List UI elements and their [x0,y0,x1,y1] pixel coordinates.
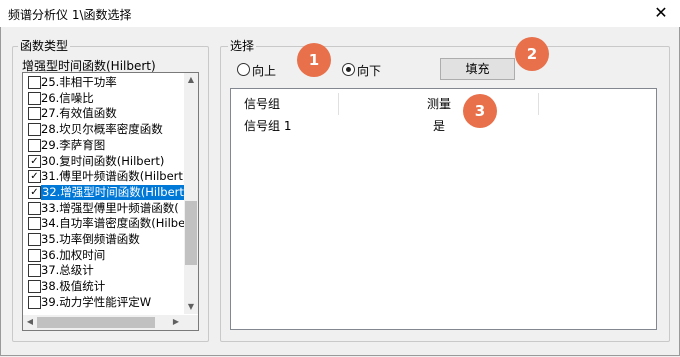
function-list-item[interactable]: 26.信噪比 [25,91,184,106]
checkbox-icon[interactable] [28,138,41,152]
function-type-group-label: 函数类型 [18,39,71,53]
function-list-items: 25.非相干功率 26.信噪比 27.有效值函数 28.坎贝尔概率密度函数 29.李萨育… [23,73,184,314]
function-list-item-label: 32.增强型时间函数(Hilbert) [41,184,184,200]
function-list-item[interactable]: 38.极值统计 [25,279,184,294]
scroll-up-icon[interactable]: ▲ [184,73,198,87]
close-icon[interactable]: ✕ [650,2,672,24]
function-list-item-label: 31.傅里叶频谱函数(Hilbert) [41,169,184,184]
function-list-item[interactable]: 36.加权时间 [25,248,184,263]
function-list-item-label: 26.信噪比 [41,90,94,105]
checkbox-icon[interactable] [28,248,41,262]
radio-down-circle [342,63,355,76]
function-list-item[interactable]: ✓ 30.复时间函数(Hilbert) [25,154,184,169]
function-list-item-label: 36.加权时间 [41,247,106,262]
fill-button[interactable]: 填充 [440,58,515,80]
function-list-item-label: 35.功率倒频谱函数 [41,232,140,246]
title-bar: 频谱分析仪 1\函数选择 ✕ [0,0,680,27]
function-list-item[interactable]: 33.增强型傅里叶频谱函数( [25,201,184,216]
cell-measure[interactable]: 是 [433,117,445,134]
column-separator [538,93,539,115]
header-measure[interactable]: 测量 [427,95,451,112]
checked-checkbox-icon[interactable]: ✓ [28,154,41,168]
function-list-item-label: 33.增强型傅里叶频谱函数( [41,200,179,215]
cell-signal-group[interactable]: 信号组 1 [244,117,291,134]
function-list-item[interactable]: 25.非相干功率 [25,75,184,90]
checkbox-icon[interactable] [28,91,41,105]
checkbox-icon[interactable] [28,76,41,89]
radio-up-circle [237,63,250,76]
annotation-badge-1: 1 [297,43,331,77]
vertical-scroll-thumb[interactable] [185,201,197,265]
horizontal-scrollbar[interactable]: ◀ ▶ [23,315,198,330]
function-list-item-label: 28.坎贝尔概率密度函数 [41,122,163,137]
radio-down-dot [346,67,351,72]
scroll-down-icon[interactable]: ▼ [184,300,198,314]
horizontal-scroll-thumb[interactable] [37,317,155,328]
function-list-item-label: 29.李萨育图 [41,137,106,152]
function-list[interactable]: 25.非相干功率 26.信噪比 27.有效值函数 28.坎贝尔概率密度函数 29.李萨育… [22,72,199,331]
checkbox-icon[interactable] [28,280,41,294]
checkbox-icon[interactable] [28,201,41,215]
header-signal-group[interactable]: 信号组 [244,95,280,112]
checkbox-icon[interactable] [28,233,41,246]
function-list-item[interactable]: 35.功率倒频谱函数 [25,232,184,247]
checked-checkbox-icon[interactable]: ✓ [28,170,41,184]
function-list-item[interactable]: 39.动力学性能评定W [25,295,184,310]
function-list-item-label: 30.复时间函数(Hilbert) [41,153,165,168]
signal-table[interactable]: 信号组 测量 信号组 1 是 [230,88,657,330]
radio-up-label: 向上 [252,64,277,78]
checked-checkbox-icon[interactable]: ✓ [28,185,41,199]
checkbox-icon[interactable] [28,217,41,231]
function-list-item[interactable]: 29.李萨育图 [25,138,184,153]
function-list-item[interactable]: ✓ 31.傅里叶频谱函数(Hilbert) [25,169,184,184]
function-list-item-label: 25.非相干功率 [41,75,117,89]
function-list-item[interactable]: 28.坎贝尔概率密度函数 [25,122,184,137]
function-list-item-label: 37.总级计 [41,263,94,278]
annotation-badge-2: 2 [515,37,549,71]
checkbox-icon[interactable] [28,123,41,137]
function-list-item[interactable]: 27.有效值函数 [25,106,184,121]
checkbox-icon[interactable] [28,295,41,309]
annotation-badge-3: 3 [463,94,497,128]
function-list-item-label: 38.极值统计 [41,279,106,294]
vertical-scrollbar[interactable]: ▲ ▼ [184,73,198,314]
function-list-item[interactable]: 34.自功率谱密度函数(Hilbe [25,216,184,231]
radio-down-label: 向下 [357,64,382,78]
function-list-item[interactable]: ✓ 32.增强型时间函数(Hilbert) [25,184,184,200]
selection-group-label: 选择 [228,39,257,53]
checkbox-icon[interactable] [28,107,41,121]
checkbox-icon[interactable] [28,264,41,278]
scroll-right-icon[interactable]: ▶ [169,315,183,329]
function-list-item-label: 34.自功率谱密度函数(Hilbe [41,216,184,231]
function-list-item[interactable]: 37.总级计 [25,263,184,278]
function-list-item-label: 39.动力学性能评定W [41,294,152,309]
column-separator [338,93,339,115]
scroll-left-icon[interactable]: ◀ [23,315,37,329]
function-list-item-label: 27.有效值函数 [41,106,117,121]
window-title: 频谱分析仪 1\函数选择 [8,8,132,22]
